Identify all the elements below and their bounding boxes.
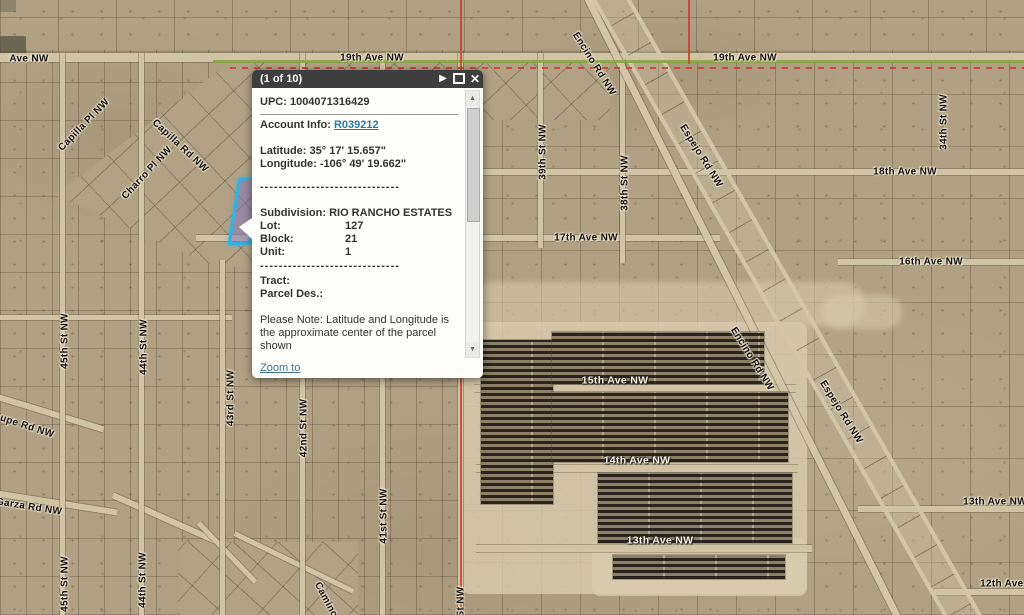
road-16th-ave — [838, 259, 1024, 265]
separator: ------------------------------ — [260, 181, 458, 194]
separator: ------------------------------ — [260, 260, 458, 273]
popup-title: (1 of 10) — [252, 73, 435, 85]
popup-scrollbar[interactable]: ▲ ▼ — [465, 90, 480, 358]
maximize-icon — [453, 73, 465, 84]
scroll-down-icon[interactable]: ▼ — [466, 342, 479, 357]
road-minor — [0, 315, 232, 320]
road-45th-st — [60, 53, 65, 615]
map-canvas[interactable]: Ave NW19th Ave NW19th Ave NWEncino Rd NW… — [0, 0, 1024, 615]
route-overlay-line — [213, 60, 1024, 63]
arroyo-wash — [822, 295, 902, 329]
road-39th-st — [538, 53, 543, 248]
boundary-line-segment — [688, 0, 690, 64]
zoom-to-link[interactable]: Zoom to — [260, 362, 300, 374]
unit-row: Unit:1 — [260, 246, 458, 259]
solar-array-block — [613, 555, 785, 579]
block-row: Block:21 — [260, 233, 458, 246]
popup-callout-pointer — [239, 218, 252, 239]
solar-array-block — [552, 392, 788, 462]
popup-body: UPC: 1004071316429 Account Info: R039212… — [252, 88, 483, 378]
parcel-des-row: Parcel Des.: — [260, 288, 458, 301]
scroll-up-icon[interactable]: ▲ — [466, 91, 479, 106]
next-result-button[interactable]: ▶ — [435, 70, 451, 88]
account-link[interactable]: R039212 — [334, 119, 379, 131]
solar-array-block — [481, 340, 553, 504]
longitude-row: Longitude: -106° 49' 19.662" — [260, 158, 458, 171]
solar-array-block — [552, 332, 764, 384]
note-text: Please Note: Latitude and Longitude is t… — [260, 314, 458, 353]
close-button[interactable]: ✕ — [467, 70, 483, 88]
account-row: Account Info: R039212 — [260, 119, 458, 132]
divider — [260, 114, 458, 115]
vegetation-patch — [0, 0, 16, 12]
scrollbar-thumb[interactable] — [467, 108, 480, 222]
upc-row: UPC: 1004071316429 — [260, 96, 458, 109]
identify-popup: (1 of 10) ▶ ✕ UPC: 1004071316429 Account… — [252, 70, 483, 378]
lot-row: Lot:127 — [260, 220, 458, 233]
road-44th-st — [139, 53, 144, 615]
road-38th-st — [620, 53, 625, 263]
road-13th-ave — [476, 545, 812, 552]
popup-scroll-content: UPC: 1004071316429 Account Info: R039212… — [260, 88, 458, 358]
maximize-button[interactable] — [451, 70, 467, 88]
latitude-row: Latitude: 35° 17' 15.657" — [260, 145, 458, 158]
road-43rd-st — [220, 260, 225, 615]
parcel-grid-top — [0, 0, 1024, 52]
solar-array-block — [598, 473, 792, 543]
subdivision-row: Subdivision: RIO RANCHO ESTATES — [260, 207, 458, 220]
popup-titlebar[interactable]: (1 of 10) ▶ ✕ — [252, 70, 483, 88]
tract-row: Tract: — [260, 275, 458, 288]
boundary-dashed-line — [230, 67, 1024, 69]
